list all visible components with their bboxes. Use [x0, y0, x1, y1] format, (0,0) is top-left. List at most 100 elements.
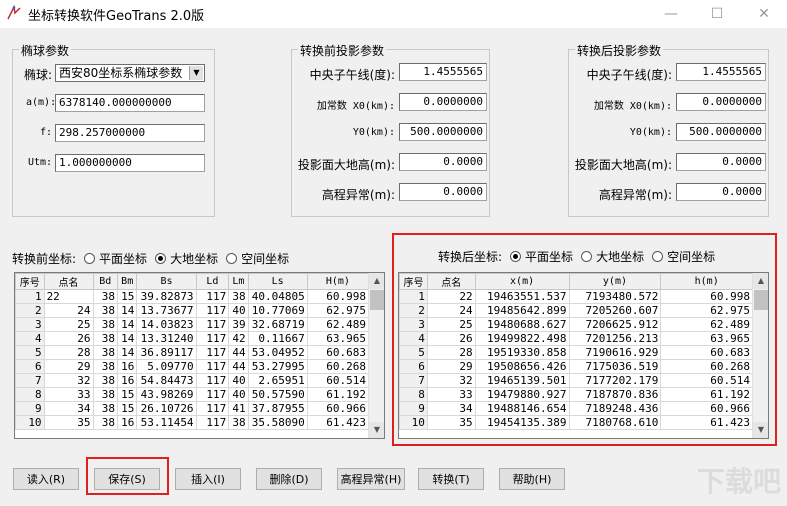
table-cell[interactable]: 7177202.179 [568, 373, 662, 388]
table-cell[interactable]: 2 [15, 303, 45, 318]
table-cell[interactable]: 38 [92, 387, 119, 402]
table-cell[interactable]: 9 [15, 401, 45, 416]
table-cell[interactable]: 22 [426, 289, 476, 304]
table-cell[interactable]: 29 [426, 359, 476, 374]
table-cell[interactable]: 117 [195, 387, 230, 402]
f-field[interactable]: 298.257000000 [55, 124, 205, 142]
table-row[interactable]: 1 22 38 15 39.82873 117 38 40.04805 60.998 [15, 289, 370, 304]
table-cell[interactable]: 8 [15, 387, 45, 402]
table-cell[interactable]: 60.683 [306, 345, 370, 360]
save-button[interactable]: 保存(S) [94, 468, 160, 490]
table-cell[interactable]: 14 [117, 345, 138, 360]
table-cell[interactable]: 117 [195, 401, 230, 416]
table-cell[interactable]: 7201256.213 [568, 331, 662, 346]
table-cell[interactable]: 61.192 [660, 387, 753, 402]
table-cell[interactable]: 9 [399, 401, 428, 416]
table-row[interactable]: 10 35 38 16 53.11454 117 38 35.58090 61.423 [15, 415, 370, 430]
table-cell[interactable]: 63.965 [306, 331, 370, 346]
table-cell[interactable]: 19499822.498 [474, 331, 570, 346]
table-row[interactable]: 1 22 19463551.537 7193480.572 60.998 [399, 289, 753, 304]
table-cell[interactable]: 54.84473 [136, 373, 197, 388]
table-cell[interactable]: 60.998 [306, 289, 370, 304]
after-radio-geodetic[interactable] [581, 251, 593, 262]
utm-field[interactable]: 1.000000000 [55, 154, 205, 172]
ellipsoid-select[interactable]: 西安80坐标系椭球参数 ▼ [55, 64, 205, 82]
table-cell[interactable]: 7 [15, 373, 45, 388]
table-cell[interactable]: 38 [228, 289, 249, 304]
table-cell[interactable]: 4 [15, 331, 45, 346]
table-row[interactable]: 9 34 38 15 26.10726 117 41 37.87955 60.966 [15, 401, 370, 416]
table-cell[interactable]: 16 [117, 415, 138, 430]
table-cell[interactable]: 41 [228, 401, 249, 416]
table-cell[interactable]: 1 [399, 289, 428, 304]
table-row[interactable]: 9 34 19488146.654 7189248.436 60.966 [399, 401, 753, 416]
table-cell[interactable]: 19479880.927 [474, 387, 570, 402]
table-cell[interactable]: 25 [43, 317, 94, 332]
table-cell[interactable]: 60.966 [306, 401, 370, 416]
table-cell[interactable]: 7180768.610 [568, 415, 662, 430]
before-radio-space-label[interactable]: 空间坐标 [241, 250, 289, 267]
before-col-header[interactable]: 序号 [15, 273, 45, 290]
table-cell[interactable]: 36.89117 [136, 345, 197, 360]
help-button[interactable]: 帮助(H) [499, 468, 565, 490]
table-cell[interactable]: 7189248.436 [568, 401, 662, 416]
table-cell[interactable]: 35 [43, 415, 94, 430]
table-row[interactable]: 2 24 38 14 13.73677 117 40 10.77069 62.975 [15, 303, 370, 318]
table-cell[interactable]: 38 [228, 415, 249, 430]
table-row[interactable]: 5 28 38 14 36.89117 117 44 53.04952 60.683 [15, 345, 370, 360]
after-y0-field[interactable]: 500.0000000 [676, 123, 766, 141]
minimize-button[interactable]: — [648, 0, 694, 28]
table-row[interactable]: 6 29 19508656.426 7175036.519 60.268 [399, 359, 753, 374]
table-cell[interactable]: 19463551.537 [474, 289, 570, 304]
after-col-header[interactable]: h(m) [660, 273, 753, 290]
table-cell[interactable]: 7190616.929 [568, 345, 662, 360]
table-cell[interactable]: 38 [92, 289, 119, 304]
table-cell[interactable]: 10 [15, 415, 45, 430]
table-cell[interactable]: 14.03823 [136, 317, 197, 332]
after-col-header[interactable]: x(m) [474, 273, 570, 290]
table-cell[interactable]: 117 [195, 303, 230, 318]
after-h-field[interactable]: 0.0000 [676, 153, 766, 171]
chevron-down-icon[interactable]: ▼ [189, 66, 203, 80]
table-cell[interactable]: 7 [399, 373, 428, 388]
table-cell[interactable]: 117 [195, 289, 230, 304]
table-row[interactable]: 4 26 38 14 13.31240 117 42 0.11667 63.965 [15, 331, 370, 346]
before-cm-field[interactable]: 1.4555565 [399, 63, 487, 81]
table-row[interactable]: 8 33 38 15 43.98269 117 40 50.57590 61.192 [15, 387, 370, 402]
table-cell[interactable]: 7205260.607 [568, 303, 662, 318]
insert-button[interactable]: 插入(I) [175, 468, 241, 490]
table-cell[interactable]: 13.31240 [136, 331, 197, 346]
table-cell[interactable]: 60.268 [660, 359, 753, 374]
scroll-down-icon[interactable]: ▼ [753, 422, 768, 438]
table-cell[interactable]: 29 [43, 359, 94, 374]
table-cell[interactable]: 35.58090 [247, 415, 308, 430]
table-cell[interactable]: 39.82873 [136, 289, 197, 304]
table-cell[interactable]: 53.04952 [247, 345, 308, 360]
close-button[interactable]: ✕ [741, 0, 787, 28]
table-row[interactable]: 6 29 38 16 5.09770 117 44 53.27995 60.268 [15, 359, 370, 374]
before-col-header[interactable]: Bd [92, 273, 119, 290]
table-cell[interactable]: 35 [426, 415, 476, 430]
table-cell[interactable]: 14 [117, 317, 138, 332]
maximize-button[interactable]: ☐ [694, 0, 740, 28]
table-cell[interactable]: 15 [117, 289, 138, 304]
table-cell[interactable]: 62.489 [660, 317, 753, 332]
before-y0-field[interactable]: 500.0000000 [399, 123, 487, 141]
table-cell[interactable]: 10.77069 [247, 303, 308, 318]
table-cell[interactable]: 61.423 [306, 415, 370, 430]
table-cell[interactable]: 40 [228, 303, 249, 318]
table-cell[interactable]: 3 [399, 317, 428, 332]
table-cell[interactable]: 2 [399, 303, 428, 318]
table-cell[interactable]: 19519330.858 [474, 345, 570, 360]
table-cell[interactable]: 19485642.899 [474, 303, 570, 318]
table-cell[interactable]: 62.975 [306, 303, 370, 318]
table-cell[interactable]: 34 [426, 401, 476, 416]
before-x0-field[interactable]: 0.0000000 [399, 93, 487, 111]
after-x0-field[interactable]: 0.0000000 [676, 93, 766, 111]
before-grid-scrollbar[interactable]: ▲ ▼ [368, 273, 384, 438]
table-cell[interactable]: 38 [92, 345, 119, 360]
table-cell[interactable]: 24 [426, 303, 476, 318]
table-cell[interactable]: 117 [195, 415, 230, 430]
table-cell[interactable]: 2.65951 [247, 373, 308, 388]
table-cell[interactable]: 5 [15, 345, 45, 360]
